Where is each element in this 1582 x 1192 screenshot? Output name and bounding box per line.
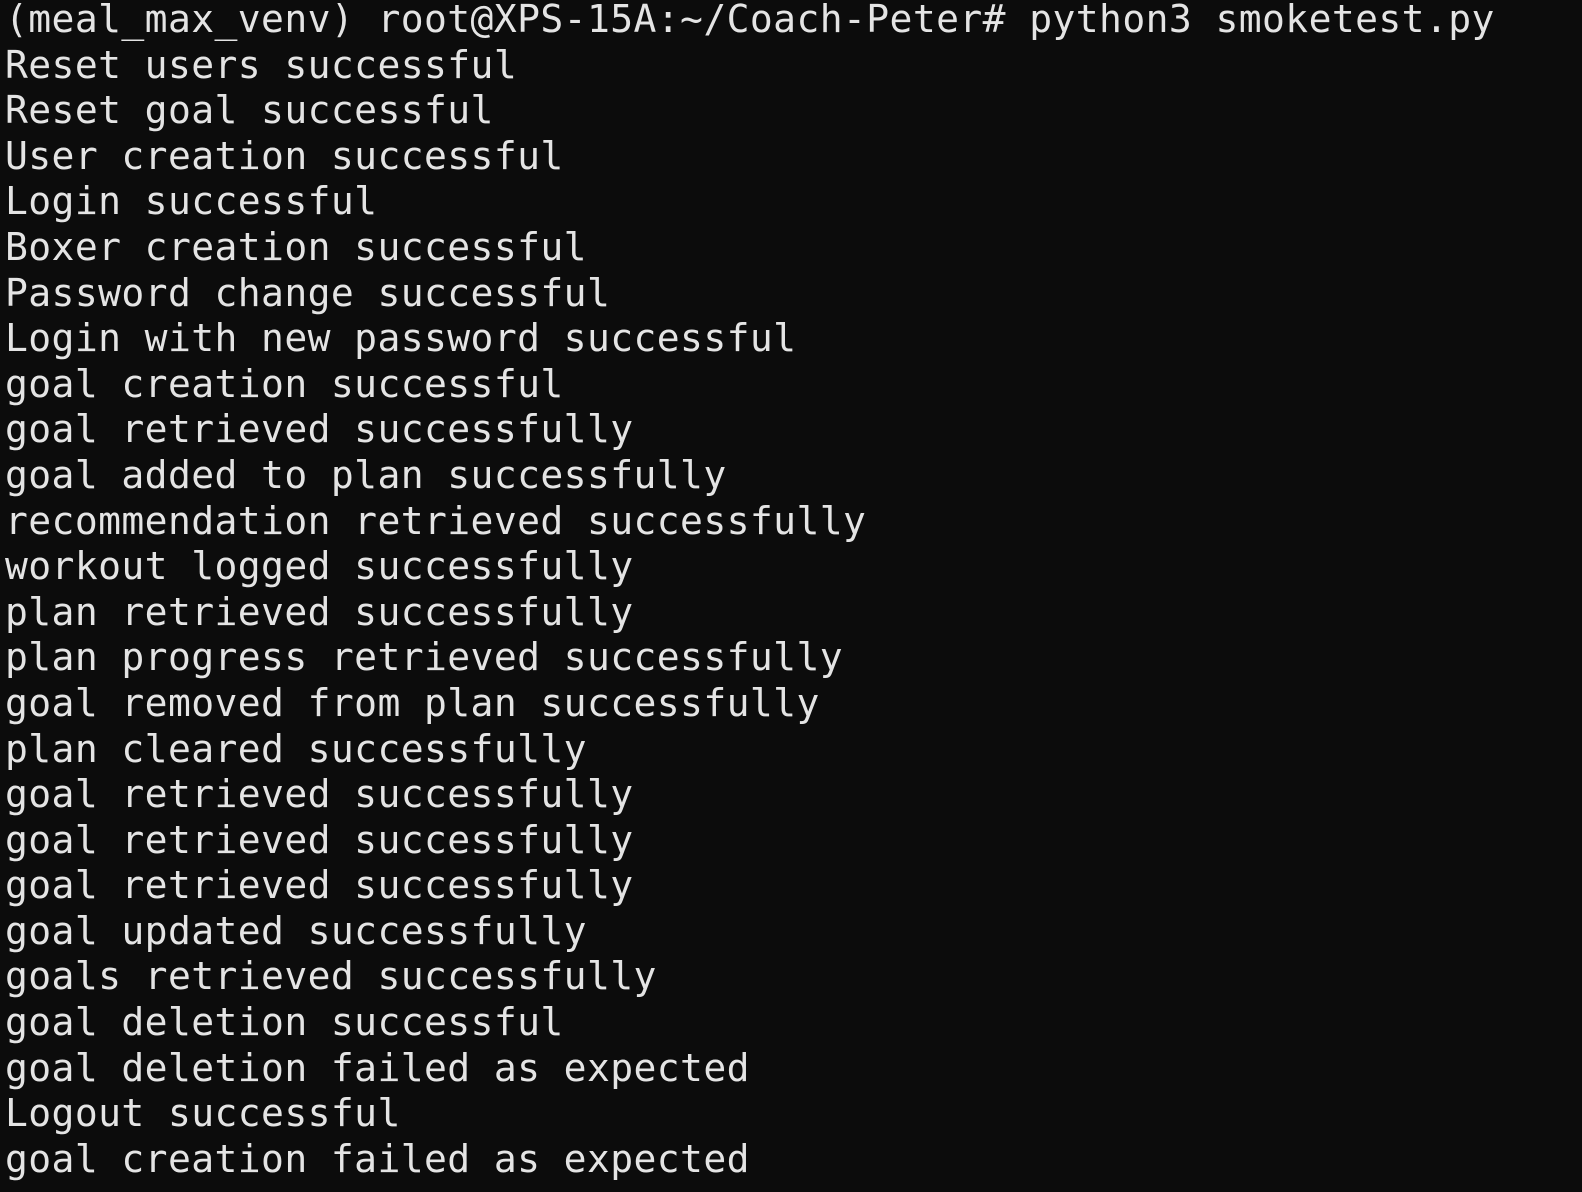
output-line-7: Login with new password successful	[5, 316, 797, 361]
output-line-23: goal deletion failed as expected	[5, 1045, 750, 1090]
output-line-20: goal updated successfully	[5, 908, 587, 953]
output-line-6: Password change successful	[5, 270, 611, 315]
output-line-13: plan retrieved successfully	[5, 589, 634, 634]
output-line-12: workout logged successfully	[5, 544, 634, 589]
output-line-24: Logout successful	[5, 1091, 401, 1136]
output-line-9: goal retrieved successfully	[5, 407, 634, 452]
output-line-1: Reset users successful	[5, 42, 518, 87]
output-line-16: plan cleared successfully	[5, 726, 587, 771]
output-line-21: goals retrieved successfully	[5, 954, 657, 999]
command-prompt-line: (meal_max_venv) root@XPS-15A:~/Coach-Pet…	[5, 0, 1495, 41]
output-line-8: goal creation successful	[5, 361, 564, 406]
output-line-17: goal retrieved successfully	[5, 772, 634, 817]
output-line-10: goal added to plan successfully	[5, 452, 727, 497]
output-line-11: recommendation retrieved successfully	[5, 498, 867, 543]
output-line-25: goal creation failed as expected	[5, 1136, 750, 1181]
output-line-2: Reset goal successful	[5, 88, 494, 133]
output-line-5: Boxer creation successful	[5, 224, 587, 269]
terminal-window[interactable]: (meal_max_venv) root@XPS-15A:~/Coach-Pet…	[0, 0, 1582, 1192]
output-line-19: goal retrieved successfully	[5, 863, 634, 908]
output-line-14: plan progress retrieved successfully	[5, 635, 844, 680]
output-line-18: goal retrieved successfully	[5, 817, 634, 862]
output-line-3: User creation successful	[5, 133, 564, 178]
output-line-15: goal removed from plan successfully	[5, 680, 820, 725]
output-line-22: goal deletion successful	[5, 1000, 564, 1045]
output-line-4: Login successful	[5, 179, 378, 224]
